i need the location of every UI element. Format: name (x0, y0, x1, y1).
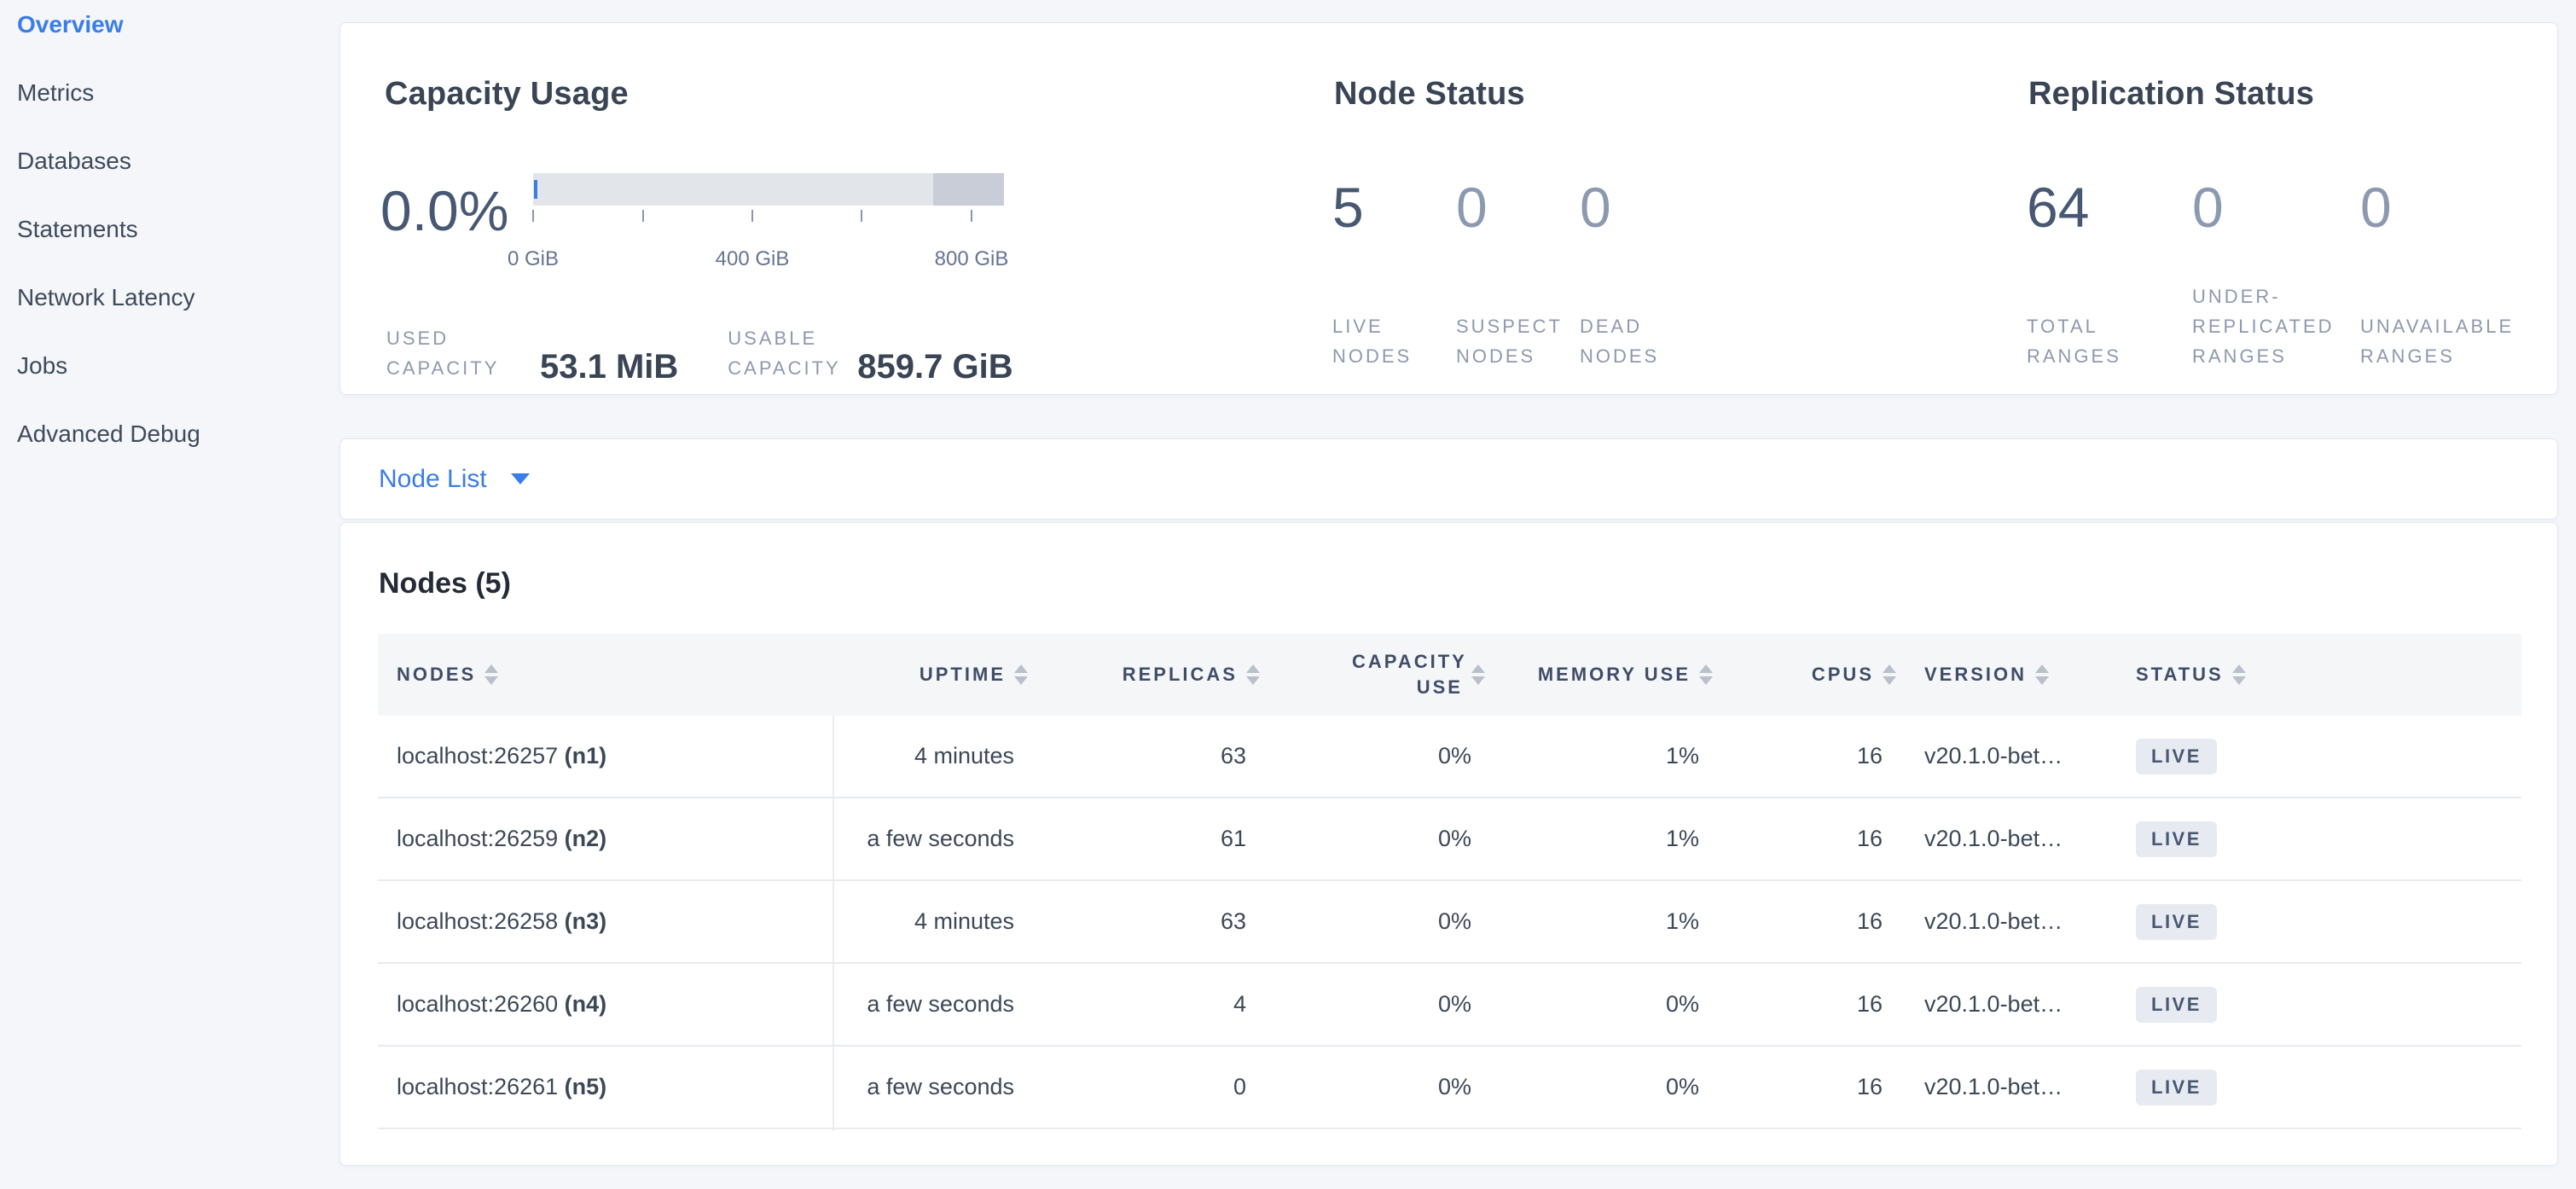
node-status-title: Node Status (1334, 76, 1525, 113)
under-replicated-ranges-metric: 0 UNDER-REPLICATED RANGES (2192, 175, 2360, 371)
column-header-replicas[interactable]: REPLICAS (1035, 662, 1267, 687)
sidebar-item-statements[interactable]: Statements (0, 195, 328, 264)
suspect-nodes-value: 0 (1456, 175, 1580, 240)
usable-capacity-label: USABLE CAPACITY (728, 323, 847, 383)
table-row[interactable]: localhost:26260 (n4) a few seconds 4 0% … (378, 964, 2521, 1047)
unavailable-ranges-label: UNAVAILABLE RANGES (2360, 311, 2539, 371)
table-row[interactable]: localhost:26259 (n2) a few seconds 61 0%… (378, 798, 2521, 881)
total-ranges-metric: 64 TOTAL RANGES (2027, 175, 2192, 371)
capacity-bar-nonusable-segment (933, 173, 1004, 206)
axis-tick (971, 210, 972, 222)
node-list-dropdown[interactable]: Node List (379, 439, 530, 519)
capacity-usage-title: Capacity Usage (385, 76, 629, 113)
suspect-nodes-label: SUSPECT NODES (1456, 311, 1580, 371)
unavailable-ranges-metric: 0 UNAVAILABLE RANGES (2360, 175, 2565, 371)
sort-icon (1246, 664, 1260, 685)
column-header-status[interactable]: STATUS (2112, 662, 2521, 687)
sort-icon (1471, 664, 1485, 685)
capacity-percent: 0.0% (380, 178, 508, 243)
status-badge: LIVE (2136, 739, 2217, 774)
column-header-capacity-use[interactable]: CAPACITY USE (1267, 649, 1492, 700)
nodes-table-card: Nodes (5) NODES UPTIME REPLICAS CAPACITY… (339, 522, 2558, 1166)
column-header-version[interactable]: VERSION (1903, 662, 2112, 687)
sidebar-item-databases[interactable]: Databases (0, 127, 328, 195)
axis-tick (642, 210, 644, 222)
suspect-nodes-metric: 0 SUSPECT NODES (1456, 175, 1580, 371)
unavailable-ranges-value: 0 (2360, 175, 2565, 240)
live-nodes-metric: 5 LIVE NODES (1332, 175, 1456, 371)
live-nodes-label: LIVE NODES (1332, 311, 1456, 371)
sidebar-item-jobs[interactable]: Jobs (0, 332, 328, 400)
sort-icon (2232, 664, 2246, 685)
dead-nodes-value: 0 (1580, 175, 1725, 240)
status-badge: LIVE (2136, 821, 2217, 857)
axis-tick (751, 210, 753, 222)
total-ranges-label: TOTAL RANGES (2027, 311, 2192, 371)
capacity-bar (533, 173, 1004, 206)
replication-status-title: Replication Status (2028, 76, 2314, 113)
sidebar-item-network-latency[interactable]: Network Latency (0, 264, 328, 332)
status-badge: LIVE (2136, 987, 2217, 1023)
axis-tick (532, 210, 534, 222)
status-badge: LIVE (2136, 1070, 2217, 1105)
column-header-nodes[interactable]: NODES (378, 662, 833, 687)
sort-icon (1699, 664, 1713, 685)
column-header-cpus[interactable]: CPUS (1720, 662, 1903, 687)
node-id: (n4) (565, 991, 607, 1017)
column-header-uptime[interactable]: UPTIME (833, 662, 1035, 687)
axis-label-400: 400 GiB (684, 247, 821, 271)
axis-label-0: 0 GiB (465, 247, 601, 271)
dead-nodes-metric: 0 DEAD NODES (1580, 175, 1725, 371)
table-row[interactable]: localhost:26261 (n5) a few seconds 0 0% … (378, 1047, 2521, 1129)
sort-icon (1014, 664, 1028, 685)
live-nodes-value: 5 (1332, 175, 1456, 240)
sidebar-item-metrics[interactable]: Metrics (0, 59, 328, 127)
table-row[interactable]: localhost:26258 (n3) 4 minutes 63 0% 1% … (378, 881, 2521, 964)
table-header-row: NODES UPTIME REPLICAS CAPACITY USE MEMOR… (378, 634, 2521, 716)
column-divider (833, 716, 834, 1131)
sidebar-item-advanced-debug[interactable]: Advanced Debug (0, 400, 328, 468)
dead-nodes-label: DEAD NODES (1580, 311, 1725, 371)
node-list-bar: Node List (339, 438, 2558, 519)
node-id: (n5) (565, 1074, 607, 1099)
axis-label-800: 800 GiB (903, 247, 1040, 271)
under-replicated-ranges-label: UNDER-REPLICATED RANGES (2192, 281, 2363, 371)
used-capacity-label: USED CAPACITY (386, 323, 506, 383)
status-badge: LIVE (2136, 904, 2217, 940)
cluster-summary-card: Capacity Usage 0.0% 0 GiB 400 GiB 800 Gi… (339, 22, 2558, 395)
sidebar: Overview Metrics Databases Statements Ne… (0, 0, 328, 468)
capacity-bar-used-segment (534, 180, 537, 199)
used-capacity-value: 53.1 MiB (540, 348, 678, 386)
total-ranges-value: 64 (2027, 175, 2192, 240)
node-id: (n3) (565, 908, 607, 934)
sidebar-item-overview[interactable]: Overview (0, 0, 328, 59)
node-list-dropdown-label: Node List (379, 465, 487, 494)
sort-icon (1883, 664, 1896, 685)
sort-icon (2035, 664, 2049, 685)
column-header-memory-use[interactable]: MEMORY USE (1492, 662, 1720, 687)
nodes-table: NODES UPTIME REPLICAS CAPACITY USE MEMOR… (378, 634, 2521, 1129)
usable-capacity-value: 859.7 GiB (857, 348, 1012, 386)
chevron-down-icon (511, 473, 530, 484)
nodes-table-title: Nodes (5) (379, 567, 511, 600)
sort-icon (484, 664, 498, 685)
node-id: (n1) (565, 743, 607, 768)
table-row[interactable]: localhost:26257 (n1) 4 minutes 63 0% 1% … (378, 716, 2521, 798)
under-replicated-ranges-value: 0 (2192, 175, 2360, 240)
axis-tick (861, 210, 862, 222)
node-id: (n2) (565, 826, 607, 851)
